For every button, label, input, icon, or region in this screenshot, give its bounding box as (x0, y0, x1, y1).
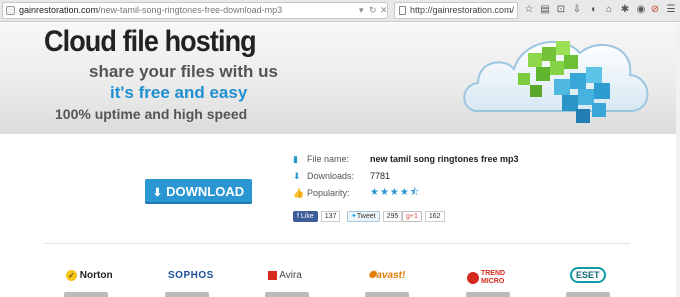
block-icon[interactable]: ⊘ (648, 3, 662, 17)
sophos-logo: SOPHOS (168, 270, 214, 281)
download-icon: ⬇ (152, 187, 163, 199)
go-arrow-icon[interactable]: → (505, 3, 514, 18)
file-icon: ▮ (293, 154, 298, 164)
download-button[interactable]: ⬇ DOWNLOAD (145, 179, 252, 204)
vendor-bar-avast (365, 292, 409, 297)
vendor-bar-eset (566, 292, 610, 297)
hero-title: Cloud file hosting (44, 25, 257, 58)
addon-icon[interactable]: ◉ (634, 3, 648, 17)
vendor-bar-trend (466, 292, 510, 297)
norton-logo: ✓ Norton (66, 267, 113, 285)
second-address-bar[interactable]: http://gainrestoration.com/ → (394, 2, 518, 19)
popularity-row: 👍 Popularity: ★★★★⯪ (293, 187, 421, 198)
rating-stars: ★★★★⯪ (370, 187, 421, 198)
reload-icon[interactable]: ↻ (369, 3, 377, 18)
facebook-like[interactable]: f Like 137 (293, 211, 341, 222)
file-name-value: new tamil song ringtones free mp3 (370, 154, 519, 164)
file-name-row: ▮ File name: new tamil song ringtones fr… (293, 154, 519, 164)
avira-logo: Avira (268, 267, 302, 285)
download-toolbar-icon[interactable]: ⇩ (570, 3, 584, 17)
google-plus-count: 162 (424, 211, 445, 222)
tweet-count: 295 (382, 211, 403, 222)
facebook-icon: f (297, 213, 299, 220)
clipboard-icon[interactable]: ▤ (538, 3, 552, 17)
tweet-button[interactable]: ✦Tweet (347, 211, 380, 222)
download-count-icon: ⬇ (293, 171, 301, 181)
close-icon[interactable]: ✕ (380, 3, 387, 18)
page-favicon (6, 6, 15, 15)
google-plus-button[interactable]: g+1 (402, 211, 422, 222)
dropdown-arrow-icon[interactable]: ▾ (359, 3, 364, 18)
vendor-bar-sophos (165, 292, 209, 297)
lock-icon (399, 6, 406, 15)
scrollbar[interactable] (676, 23, 680, 297)
hero-line-free: it's free and easy (110, 83, 248, 102)
browser-toolbar: gainrestoration.com/new-tamil-song-ringt… (0, 0, 680, 22)
hero-line-share: share your files with us (89, 62, 278, 81)
address-bar[interactable]: gainrestoration.com/new-tamil-song-ringt… (2, 2, 388, 19)
home-icon[interactable]: ⌂ (602, 3, 616, 17)
star-icon[interactable]: ☆ (522, 3, 536, 17)
address-text: gainrestoration.com/new-tamil-song-ringt… (19, 5, 283, 15)
eset-logo: ESET (570, 267, 606, 285)
hero-line-uptime: 100% uptime and high speed (55, 106, 248, 122)
twitter-tweet[interactable]: ✦Tweet 295 (347, 211, 403, 222)
cloud-cubes-illustration (463, 40, 649, 123)
facebook-like-button[interactable]: f Like (293, 211, 318, 222)
section-divider (44, 243, 630, 244)
facebook-count: 137 (320, 211, 341, 222)
hero-divider (0, 133, 680, 134)
menu-icon[interactable]: ☰ (664, 3, 678, 17)
downloads-value: 7781 (370, 171, 391, 181)
downloads-row: ⬇ Downloads: 7781 (293, 171, 391, 181)
trend-micro-logo: TREND MICRO (467, 267, 505, 285)
avast-logo: ✺avast! (368, 270, 406, 281)
hero-banner: Cloud file hosting share your files with… (0, 23, 680, 133)
thumbs-up-icon: 👍 (293, 188, 305, 198)
google-plus[interactable]: g+1 162 (402, 211, 445, 222)
vendor-bar-avira (265, 292, 309, 297)
vendor-bar-norton (64, 292, 108, 297)
pocket-icon[interactable]: ◖ (586, 3, 600, 17)
lock-toolbar-icon[interactable]: ⊡ (554, 3, 568, 17)
extension-icon[interactable]: ✱ (618, 3, 632, 17)
